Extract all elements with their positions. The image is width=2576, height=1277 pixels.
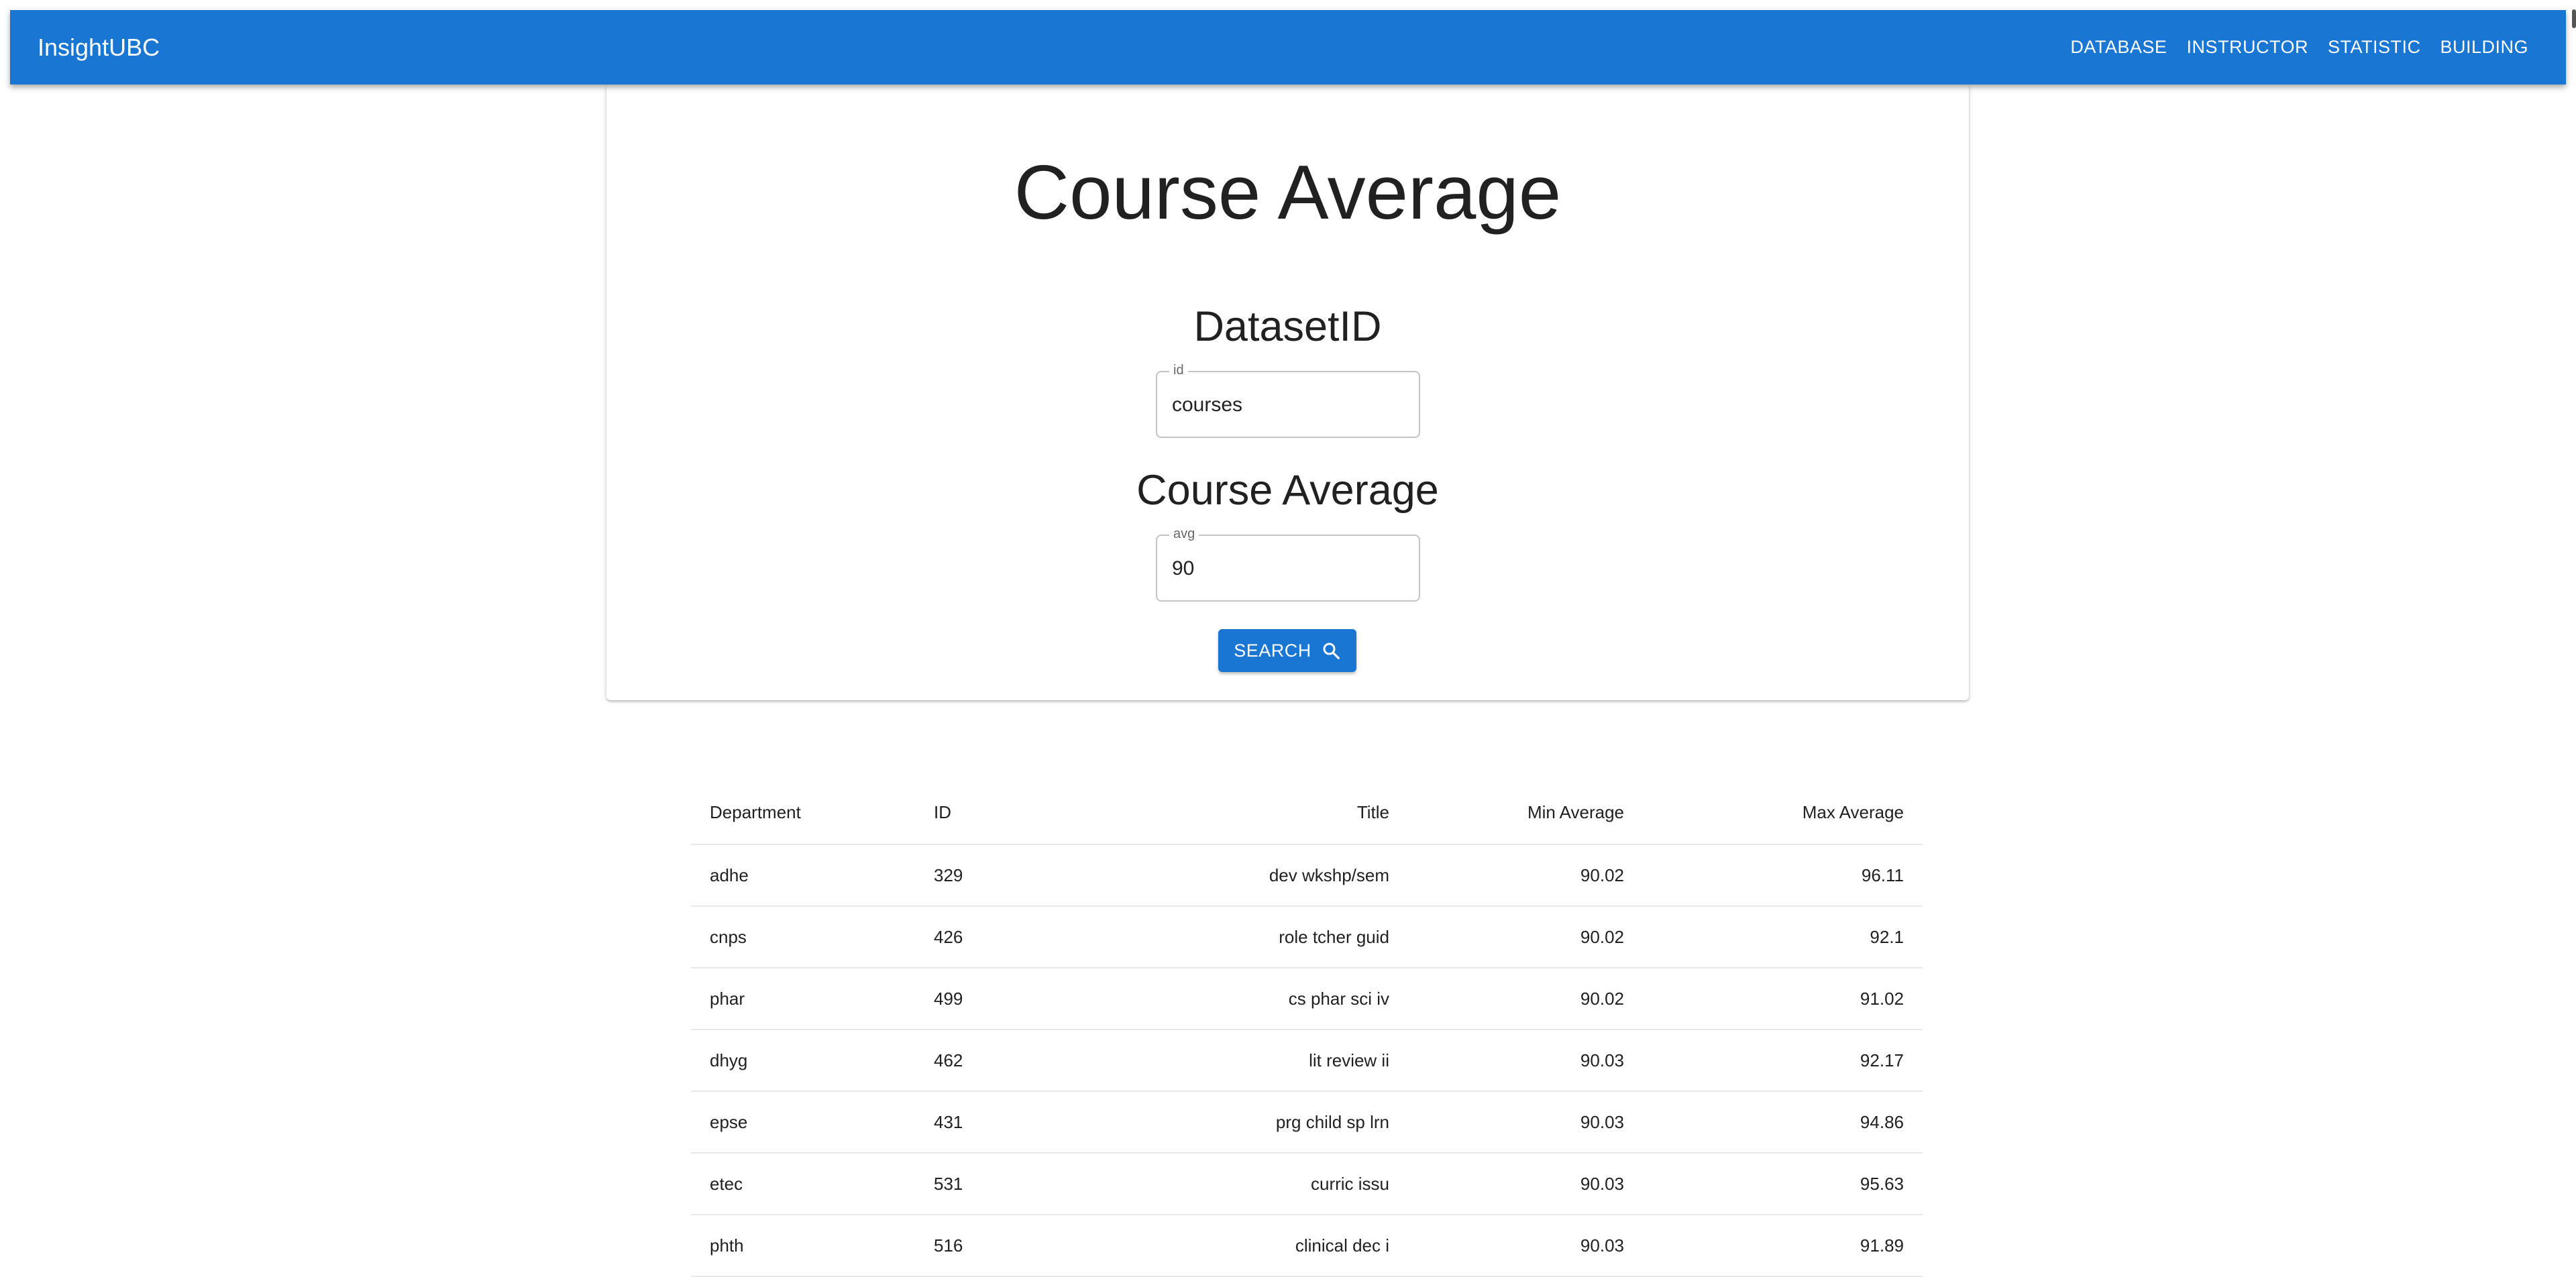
cell-title: prg child sp lrn bbox=[1083, 1091, 1408, 1154]
table-row: adhe 329 dev wkshp/sem 90.02 96.11 bbox=[691, 844, 1923, 907]
table-row: dhyg 462 lit review ii 90.03 92.17 bbox=[691, 1030, 1923, 1092]
average-input[interactable] bbox=[1172, 557, 1400, 580]
search-button-label: SEARCH bbox=[1234, 640, 1311, 661]
column-header-id[interactable]: ID bbox=[915, 781, 1083, 845]
dataset-heading: DatasetID bbox=[1193, 303, 1382, 350]
nav-database[interactable]: DATABASE bbox=[2070, 33, 2167, 62]
cell-title: cs phar sci iv bbox=[1083, 968, 1408, 1030]
cell-id: 499 bbox=[915, 968, 1083, 1030]
cell-max-average: 95.63 bbox=[1643, 1153, 1923, 1215]
cell-id: 531 bbox=[915, 1153, 1083, 1215]
cell-min-average: 90.03 bbox=[1408, 1030, 1643, 1092]
cell-department: adhe bbox=[691, 844, 915, 907]
cell-max-average: 94.86 bbox=[1643, 1091, 1923, 1154]
table-row: phth 516 clinical dec i 90.03 91.89 bbox=[691, 1215, 1923, 1277]
cell-department: phth bbox=[691, 1215, 915, 1277]
app-brand[interactable]: InsightUBC bbox=[38, 34, 160, 62]
cell-min-average: 90.02 bbox=[1408, 844, 1643, 907]
cell-department: cnps bbox=[691, 906, 915, 968]
cell-title: curric issu bbox=[1083, 1153, 1408, 1215]
cell-min-average: 90.03 bbox=[1408, 1215, 1643, 1277]
results-table: Department ID Title Min Average Max Aver… bbox=[691, 781, 1923, 1277]
cell-title: role tcher guid bbox=[1083, 906, 1408, 968]
cell-department: epse bbox=[691, 1091, 915, 1154]
table-header-row: Department ID Title Min Average Max Aver… bbox=[691, 781, 1923, 845]
average-label: avg bbox=[1169, 526, 1199, 542]
cell-title: clinical dec i bbox=[1083, 1215, 1408, 1277]
cell-min-average: 90.02 bbox=[1408, 968, 1643, 1030]
search-card: Course Average DatasetID id Course Avera… bbox=[606, 85, 1969, 700]
cell-department: etec bbox=[691, 1153, 915, 1215]
cell-department: phar bbox=[691, 968, 915, 1030]
search-icon bbox=[1323, 643, 1340, 659]
cell-max-average: 96.11 bbox=[1643, 844, 1923, 907]
app-bar: InsightUBC DATABASE INSTRUCTOR STATISTIC… bbox=[10, 10, 2566, 85]
cell-department: dhyg bbox=[691, 1030, 915, 1092]
cell-max-average: 91.02 bbox=[1643, 968, 1923, 1030]
cell-min-average: 90.03 bbox=[1408, 1153, 1643, 1215]
dataset-id-input[interactable] bbox=[1172, 394, 1400, 417]
cell-id: 329 bbox=[915, 844, 1083, 907]
cell-title: lit review ii bbox=[1083, 1030, 1408, 1092]
cell-max-average: 91.89 bbox=[1643, 1215, 1923, 1277]
table-row: epse 431 prg child sp lrn 90.03 94.86 bbox=[691, 1091, 1923, 1154]
cell-max-average: 92.1 bbox=[1643, 906, 1923, 968]
cell-min-average: 90.03 bbox=[1408, 1091, 1643, 1154]
dataset-id-label: id bbox=[1169, 363, 1188, 378]
nav-building[interactable]: BUILDING bbox=[2440, 33, 2528, 62]
cell-max-average: 92.17 bbox=[1643, 1030, 1923, 1092]
nav-statistic[interactable]: STATISTIC bbox=[2328, 33, 2421, 62]
cell-id: 516 bbox=[915, 1215, 1083, 1277]
window-scrollbar-thumb[interactable] bbox=[2572, 9, 2576, 28]
nav-instructor[interactable]: INSTRUCTOR bbox=[2186, 33, 2308, 62]
cell-title: dev wkshp/sem bbox=[1083, 844, 1408, 907]
cell-id: 426 bbox=[915, 906, 1083, 968]
column-header-department[interactable]: Department bbox=[691, 781, 915, 845]
search-button[interactable]: SEARCH bbox=[1218, 629, 1356, 672]
column-header-max-average[interactable]: Max Average bbox=[1643, 781, 1923, 845]
course-average-heading: Course Average bbox=[1136, 467, 1439, 514]
column-header-min-average[interactable]: Min Average bbox=[1408, 781, 1643, 845]
cell-id: 462 bbox=[915, 1030, 1083, 1092]
page-title: Course Average bbox=[1014, 150, 1562, 235]
table-row: cnps 426 role tcher guid 90.02 92.1 bbox=[691, 906, 1923, 968]
cell-id: 431 bbox=[915, 1091, 1083, 1154]
dataset-id-field: id bbox=[1156, 363, 1420, 438]
average-field: avg bbox=[1156, 526, 1420, 602]
table-row: phar 499 cs phar sci iv 90.02 91.02 bbox=[691, 968, 1923, 1030]
top-nav: DATABASE INSTRUCTOR STATISTIC BUILDING bbox=[2070, 33, 2528, 62]
cell-min-average: 90.02 bbox=[1408, 906, 1643, 968]
table-row: etec 531 curric issu 90.03 95.63 bbox=[691, 1153, 1923, 1215]
column-header-title[interactable]: Title bbox=[1083, 781, 1408, 845]
